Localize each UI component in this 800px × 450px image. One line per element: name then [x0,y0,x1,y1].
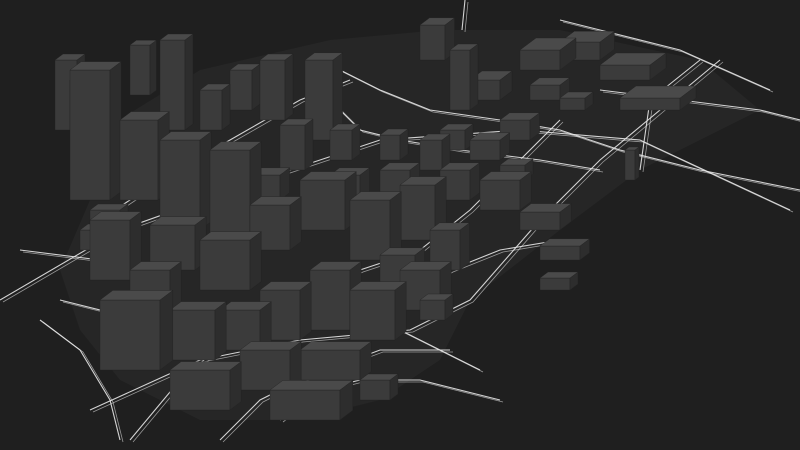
building [279,118,314,171]
road-line [464,1,469,33]
building-face [329,129,353,161]
building [539,271,579,291]
building [299,341,372,381]
building-face [419,299,446,321]
building-face [469,139,501,161]
road-line [461,0,466,31]
building-face [419,24,446,61]
building-face [349,289,396,341]
building-face [279,124,306,171]
building [199,83,231,131]
building-face [249,231,262,291]
building-face [129,44,151,96]
building-face [169,369,231,411]
building-face [379,134,401,161]
building-face [169,309,216,361]
building [229,63,261,111]
building-face [634,146,640,181]
building-face [394,281,407,341]
building-face [229,69,253,111]
building-face [289,196,302,251]
building-face [599,64,651,81]
building-face [479,179,521,211]
building [624,146,640,181]
building-face [359,379,391,401]
building-face [199,131,212,231]
building [329,123,361,161]
building-face [351,123,361,161]
building-face [119,119,159,201]
building [259,53,294,121]
building-face [269,389,341,421]
building-face [399,184,436,241]
building-face [619,97,681,111]
building-face [469,43,479,111]
building-face [299,341,372,351]
building-face [159,289,174,371]
building-face [69,69,111,201]
building [169,361,242,411]
building-face [519,211,561,231]
building-face [199,89,223,131]
building-face [539,245,581,261]
building-face [199,239,251,291]
building-face [251,63,261,111]
building-face [419,139,443,171]
building-face [269,380,354,391]
building-face [284,53,294,121]
city-map-canvas [0,0,800,443]
building [419,133,451,171]
building-face [299,281,312,341]
building-face [519,49,561,71]
building-face [459,222,470,271]
building-face [304,118,314,171]
building-face [89,219,131,281]
building [349,281,407,341]
building-face [309,269,351,331]
building-face [214,301,227,361]
building [469,132,511,161]
building [69,61,122,201]
building [419,17,456,61]
building [479,171,532,211]
building-face [109,61,122,201]
building-face [149,39,157,96]
city-map-render [0,0,800,450]
building [519,203,572,231]
building-face [449,49,471,111]
building-face [349,199,391,261]
building-face [99,290,174,301]
building [379,128,409,161]
building-face [529,84,561,101]
building-face [299,179,346,231]
building [619,85,697,111]
building-face [299,349,361,381]
building-face [539,277,571,291]
building-face [624,149,636,181]
building-face [259,59,286,121]
building-face [99,299,161,371]
building [299,171,357,231]
building [99,289,174,371]
building [559,91,594,111]
building-face [221,83,231,131]
building-face [169,361,242,371]
building [539,238,591,261]
building [449,43,479,111]
building [169,301,227,361]
building-face [209,149,251,241]
building [269,379,354,421]
building [129,39,157,96]
building [419,293,454,321]
building-face [559,97,586,111]
building-face [184,33,194,131]
building [359,373,399,401]
building [199,231,262,291]
building [159,131,212,231]
